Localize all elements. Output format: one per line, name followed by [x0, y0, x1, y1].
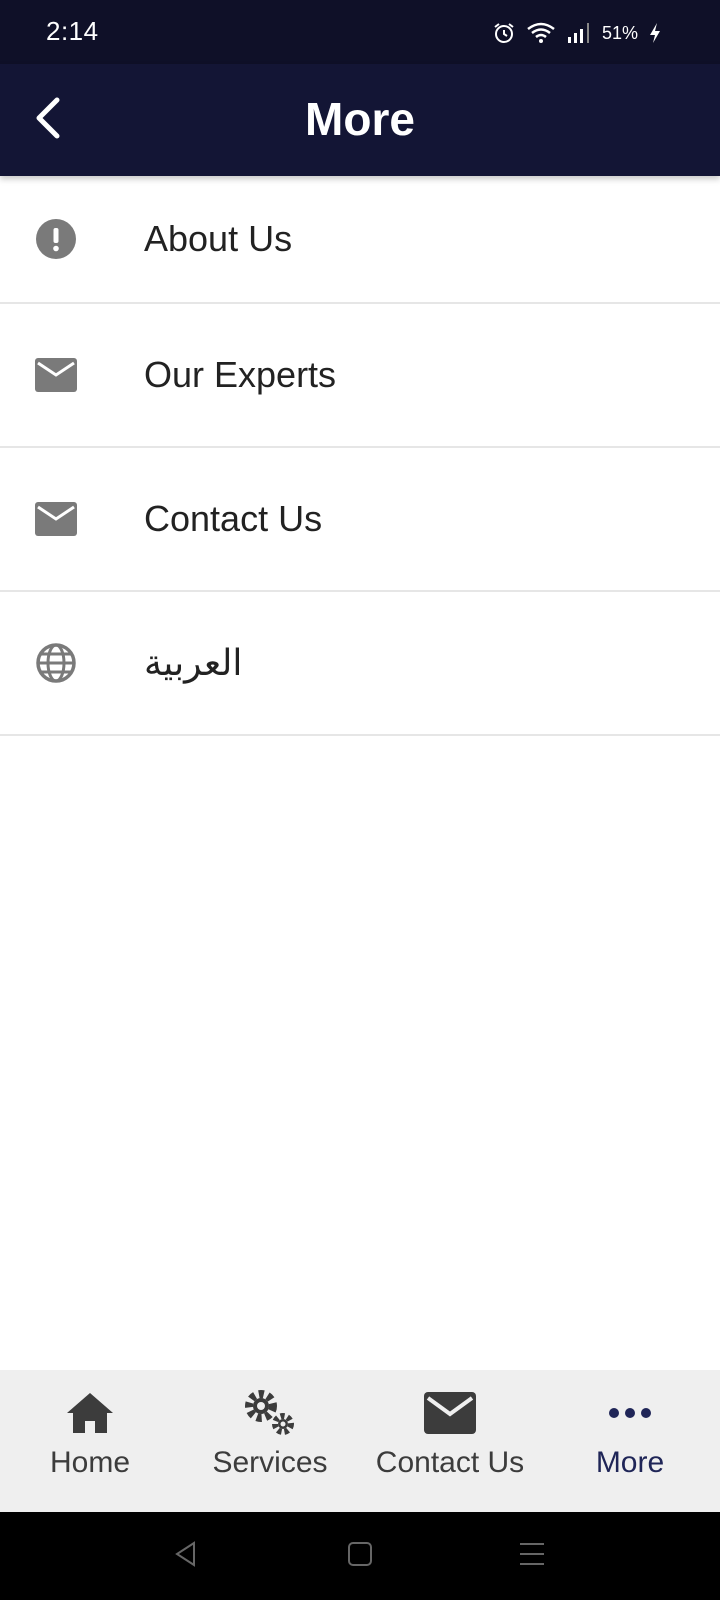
gears-icon [243, 1386, 297, 1440]
page-title: More [305, 93, 415, 145]
nav-services[interactable]: Services [180, 1370, 360, 1512]
nav-contact-us[interactable]: Contact Us [360, 1370, 540, 1512]
nav-home-label: Home [49, 1446, 131, 1479]
system-recents-button[interactable] [510, 1534, 554, 1578]
menu-list: About Us Our Experts Contact Us العربية [0, 176, 720, 736]
mail-icon [424, 1386, 476, 1440]
mail-icon [34, 353, 78, 397]
menu-item-contact-us[interactable]: Contact Us [0, 448, 720, 592]
home-icon [65, 1386, 115, 1440]
bottom-nav: Home Services Contact Us More [0, 1370, 720, 1512]
status-bar: 2:14 51% [0, 0, 720, 64]
menu-item-about-us[interactable]: About Us [0, 176, 720, 304]
menu-item-arabic-language[interactable]: العربية [0, 592, 720, 736]
status-icons: 51% [492, 18, 662, 48]
nav-more-label: More [595, 1446, 665, 1479]
alarm-icon [492, 21, 516, 45]
nav-home[interactable]: Home [0, 1370, 180, 1512]
system-home-button[interactable] [338, 1534, 382, 1578]
menu-item-label: العربية [144, 642, 243, 683]
signal-icon [566, 21, 592, 45]
nav-contact-us-label: Contact Us [375, 1446, 525, 1479]
nav-more[interactable]: More [540, 1370, 720, 1512]
mail-icon [34, 497, 78, 541]
menu-item-label: About Us [144, 218, 293, 259]
battery-percent: 51% [601, 22, 638, 43]
recents-menu-icon [518, 1540, 546, 1573]
info-icon [34, 217, 78, 261]
globe-icon [34, 641, 78, 685]
menu-item-our-experts[interactable]: Our Experts [0, 304, 720, 448]
home-square-icon [347, 1541, 373, 1572]
status-time: 2:14 [46, 16, 99, 46]
menu-item-label: Contact Us [144, 498, 323, 539]
system-nav-bar [0, 1512, 720, 1600]
wifi-icon [526, 21, 556, 45]
system-back-button[interactable] [164, 1534, 208, 1578]
battery-charging-icon [648, 21, 662, 45]
app-bar: More [0, 64, 720, 176]
more-dots-icon [608, 1386, 652, 1440]
nav-services-label: Services [212, 1446, 328, 1479]
back-triangle-icon [172, 1540, 200, 1573]
menu-item-label: Our Experts [144, 354, 337, 395]
